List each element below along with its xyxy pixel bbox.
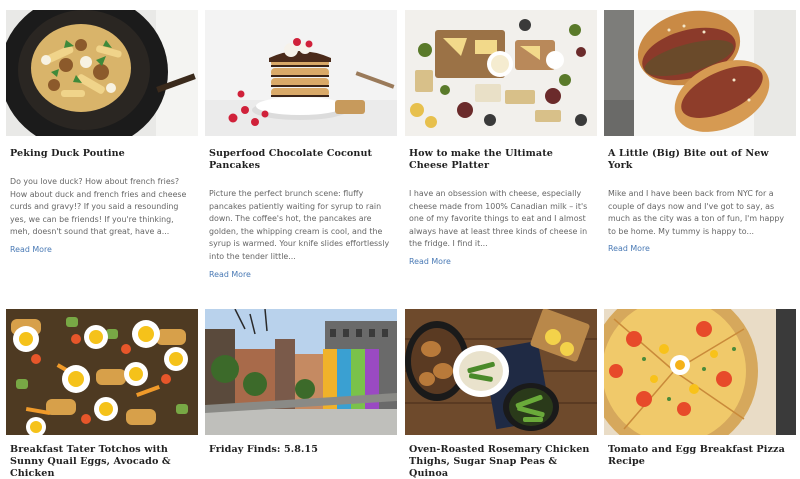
post-card: Friday Finds: 5.8.15: [205, 309, 397, 456]
totchos-photo-icon: [6, 309, 198, 435]
post-image-totchos[interactable]: [6, 309, 198, 435]
read-more-link[interactable]: Read More: [6, 245, 56, 254]
post-title[interactable]: Breakfast Tater Totchos with Sunny Quail…: [6, 444, 198, 479]
post-title[interactable]: Oven-Roasted Rosemary Chicken Thighs, Su…: [405, 444, 597, 479]
post-card: Oven-Roasted Rosemary Chicken Thighs, Su…: [405, 309, 597, 479]
pancake-stack-photo-icon: [205, 10, 397, 136]
post-title[interactable]: Tomato and Egg Breakfast Pizza Recipe: [604, 444, 796, 468]
post-title[interactable]: How to make the Ultimate Cheese Platter: [405, 148, 597, 172]
cheese-platter-photo-icon: [405, 10, 597, 136]
post-card: Breakfast Tater Totchos with Sunny Quail…: [6, 309, 198, 479]
post-image-city[interactable]: [205, 309, 397, 435]
post-title[interactable]: Peking Duck Poutine: [6, 148, 198, 160]
post-excerpt: Mike and I have been back from NYC for a…: [608, 189, 785, 236]
read-more-link[interactable]: Read More: [405, 257, 455, 266]
post-card: How to make the Ultimate Cheese Platter …: [405, 10, 597, 269]
post-image-chicken[interactable]: [405, 309, 597, 435]
post-image-sandwich[interactable]: [604, 10, 796, 136]
post-image-pizza[interactable]: [604, 309, 796, 435]
post-excerpt: Do you love duck? How about french fries…: [10, 177, 187, 237]
post-card: Peking Duck Poutine Do you love duck? Ho…: [6, 10, 198, 257]
post-title[interactable]: Friday Finds: 5.8.15: [205, 444, 397, 456]
read-more-link[interactable]: Read More: [604, 244, 654, 253]
post-card: Tomato and Egg Breakfast Pizza Recipe: [604, 309, 796, 468]
post-title[interactable]: A Little (Big) Bite out of New York: [604, 148, 796, 172]
pizza-photo-icon: [604, 309, 796, 435]
post-excerpt: Picture the perfect brunch scene: fluffy…: [209, 189, 390, 261]
chicken-skillet-photo-icon: [405, 309, 597, 435]
read-more-link[interactable]: Read More: [205, 270, 255, 279]
sandwich-photo-icon: [604, 10, 796, 136]
post-title[interactable]: Superfood Chocolate Coconut Pancakes: [205, 148, 397, 172]
post-image-poutine[interactable]: [6, 10, 198, 136]
city-street-photo-icon: [205, 309, 397, 435]
post-image-pancakes[interactable]: [205, 10, 397, 136]
post-image-cheese-platter[interactable]: [405, 10, 597, 136]
post-excerpt: I have an obsession with cheese, especia…: [409, 189, 588, 249]
poutine-skillet-photo-icon: [6, 10, 198, 136]
post-card: A Little (Big) Bite out of New York Mike…: [604, 10, 796, 257]
post-card: Superfood Chocolate Coconut Pancakes Pic…: [205, 10, 397, 282]
